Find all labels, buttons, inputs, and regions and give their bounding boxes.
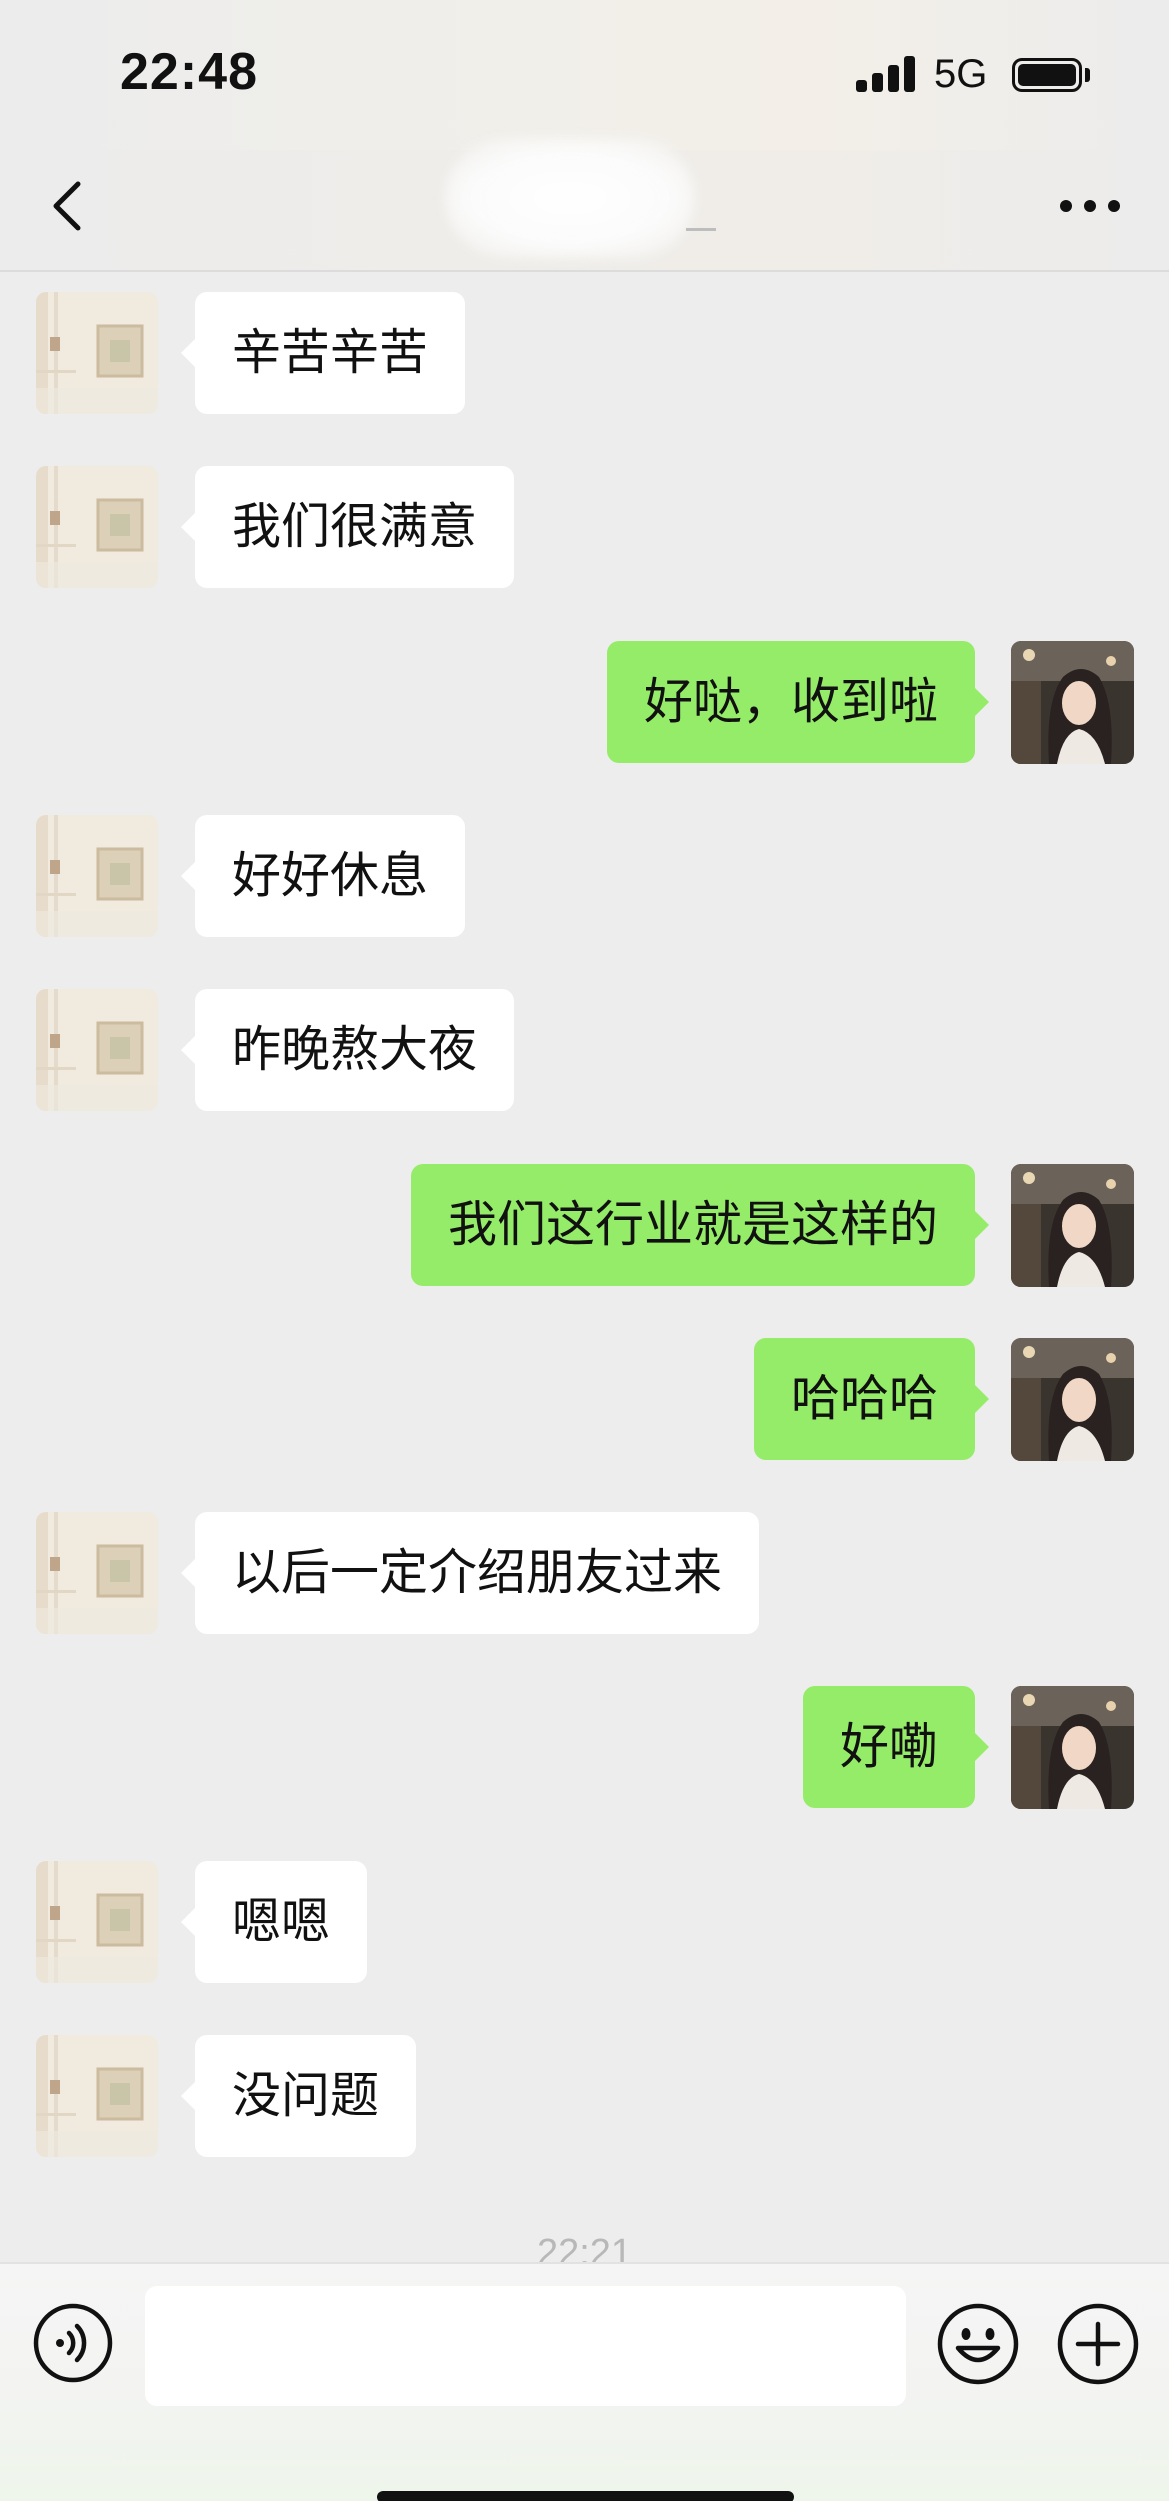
sent-message-bubble[interactable]: 哈哈哈 [753,1338,990,1460]
self-avatar[interactable] [1011,1686,1134,1809]
self-avatar[interactable] [1011,1338,1134,1461]
sent-message-bubble[interactable]: 我们这行业就是这样的 [410,1164,990,1286]
status-bar: 22:48 5G [0,0,1169,150]
voice-button[interactable] [32,2302,114,2384]
message-row: 辛苦辛苦 [0,292,1169,416]
contact-avatar[interactable] [36,989,158,1111]
timestamp: 22:21 [536,2232,633,2262]
sent-message-bubble[interactable]: 好嘞 [802,1686,990,1808]
network-label: 5G [934,52,988,96]
plus-icon [1057,2303,1139,2385]
more-button[interactable] [1055,176,1125,236]
sent-message-bubble[interactable]: 好哒，收到啦 [606,641,990,763]
chevron-left-icon [53,181,81,231]
emoji-button[interactable] [936,2302,1020,2386]
message-row: 以后一定介绍朋友过来 [0,1512,1169,1636]
self-avatar[interactable] [1011,1164,1134,1287]
input-bar [0,2262,1169,2501]
chat-title-redacted [445,138,695,258]
received-message-bubble[interactable]: 我们很满意 [180,466,515,588]
back-button[interactable] [40,176,100,236]
message-input[interactable] [145,2286,906,2406]
battery-icon [1012,58,1082,92]
message-row: 好好休息 [0,815,1169,939]
chat-title-fragment [686,228,716,231]
status-time: 22:48 [120,43,258,101]
message-row: 哈哈哈 [0,1338,1169,1462]
contact-avatar[interactable] [36,466,158,588]
received-message-bubble[interactable]: 嗯嗯 [180,1861,368,1983]
received-message-bubble[interactable]: 没问题 [180,2035,417,2157]
battery-cap [1085,68,1090,82]
contact-avatar[interactable] [36,292,158,414]
message-row: 嗯嗯 [0,1861,1169,1985]
chat-screen: 22:48 5G 辛苦辛苦 我们很满意 好哒，收到啦 好好休息 昨晚熬大夜 我们这行业就 [0,0,1169,2501]
message-row: 昨晚熬大夜 [0,989,1169,1113]
received-message-bubble[interactable]: 昨晚熬大夜 [180,989,515,1111]
received-message-bubble[interactable]: 以后一定介绍朋友过来 [180,1512,760,1634]
self-avatar[interactable] [1011,641,1134,764]
home-indicator[interactable] [377,2491,794,2501]
received-message-bubble[interactable]: 好好休息 [180,815,466,937]
received-message-bubble[interactable]: 辛苦辛苦 [180,292,466,414]
contact-avatar[interactable] [36,1512,158,1634]
message-row: 好嘞 [0,1686,1169,1810]
message-row: 没问题 [0,2035,1169,2159]
message-row: 好哒，收到啦 [0,641,1169,765]
signal-icon [856,56,916,92]
contact-avatar[interactable] [36,2035,158,2157]
more-dots-icon [1060,200,1120,212]
message-row: 我们很满意 [0,466,1169,590]
contact-avatar[interactable] [36,815,158,937]
message-row: 我们这行业就是这样的 [0,1164,1169,1288]
voice-icon [33,2303,113,2383]
emoji-icon [937,2303,1019,2385]
contact-avatar[interactable] [36,1861,158,1983]
plus-button[interactable] [1056,2302,1140,2386]
